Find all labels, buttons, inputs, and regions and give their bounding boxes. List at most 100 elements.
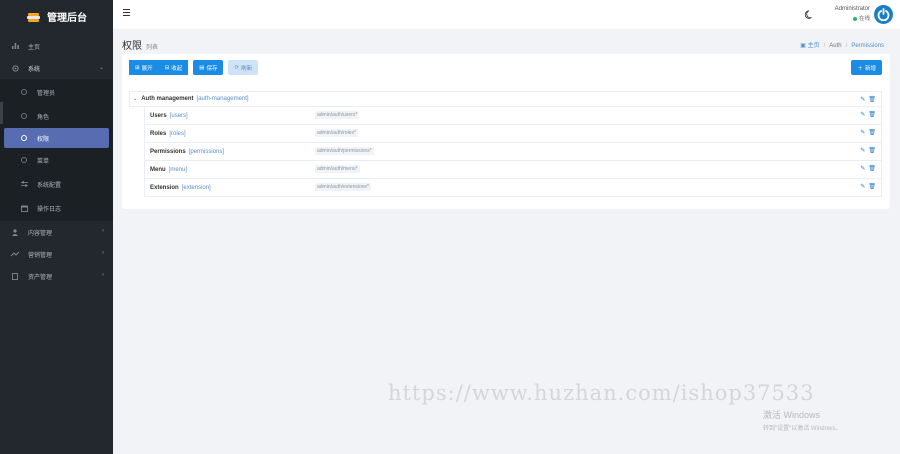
tree-row-name: Roles xyxy=(150,130,167,137)
windows-activation-notice: 激活 Windows 转到"设置"以激活 Windows。 xyxy=(763,408,841,432)
circle-icon xyxy=(20,112,28,120)
trash-icon[interactable]: 🗑 xyxy=(868,147,876,154)
tree-row-permissions[interactable]: Permissions [permissions] admin/auth/per… xyxy=(144,143,882,161)
edit-icon[interactable]: ✎ xyxy=(860,96,865,103)
edit-icon[interactable]: ✎ xyxy=(860,111,865,118)
tree-row-path: admin/auth/menu* xyxy=(315,165,360,173)
user-info[interactable]: Administrator 在线 xyxy=(835,6,870,22)
row-actions: ✎ 🗑 xyxy=(860,165,876,172)
tree-row-menu[interactable]: Menu [menu] admin/auth/menu* ✎ 🗑 xyxy=(144,161,882,179)
tree-row-slug: [menu] xyxy=(168,166,188,173)
dark-mode-icon[interactable] xyxy=(804,10,814,19)
save-button[interactable]: ▤ 保存 xyxy=(193,60,224,75)
trash-icon[interactable]: 🗑 xyxy=(868,129,876,136)
watermark-text: https://www.huzhan.com/ishop37533 xyxy=(388,381,815,405)
sidebar: 管理后台 主页 系统 ⌄ 管理员 角色 权限 菜单 系统配置 操作日志 内容管理… xyxy=(0,0,113,454)
permission-tree: ⌄ Auth management [auth-management] ✎ 🗑 U… xyxy=(129,91,882,197)
activate-hint: 转到"设置"以激活 Windows。 xyxy=(763,426,842,432)
permissions-card: ⊞ 展开 ⊟ 收起 ▤ 保存 ⟳ 刷新 ＋新增 ⌄ Auth management [a… xyxy=(122,54,890,209)
breadcrumb-current: Permissions xyxy=(851,43,884,49)
sidebar-item-label: 权限 xyxy=(37,136,50,143)
trash-icon[interactable]: 🗑 xyxy=(868,165,876,172)
sidebar-item-label: 系统 xyxy=(28,66,41,73)
tree-row-path: admin/auth/users* xyxy=(315,111,360,119)
plus-square-icon: ⊞ xyxy=(135,64,140,71)
plus-icon: ＋ xyxy=(857,65,863,72)
tree-row-slug: [auth-management] xyxy=(196,96,249,102)
gear-icon xyxy=(11,64,19,72)
tree-row-name: Users xyxy=(150,112,167,119)
sidebar-item-config[interactable]: 系统配置 xyxy=(0,172,113,196)
edit-icon[interactable]: ✎ xyxy=(860,165,865,172)
online-dot-icon xyxy=(852,16,857,21)
tree-row-name: Menu xyxy=(150,166,166,173)
tree-row-auth-management[interactable]: ⌄ Auth management [auth-management] ✎ 🗑 xyxy=(129,91,882,107)
chevron-down-icon[interactable]: ⌄ xyxy=(133,96,137,102)
sidebar-item-marketing[interactable]: 营销管理 ‹ xyxy=(0,243,113,265)
tree-children: Users [users] admin/auth/users* ✎ 🗑 Roles… xyxy=(144,107,882,197)
chart-icon xyxy=(11,42,19,50)
refresh-button[interactable]: ⟳ 刷新 xyxy=(228,60,259,75)
tree-row-slug: [roles] xyxy=(169,130,186,137)
sidebar-item-assets[interactable]: 资产管理 ‹ xyxy=(0,265,113,287)
sidebar-item-label: 菜单 xyxy=(37,158,50,165)
chevron-left-icon: ‹ xyxy=(102,250,104,256)
sidebar-item-label: 操作日志 xyxy=(37,206,62,213)
sidebar-item-administrators[interactable]: 管理员 xyxy=(0,80,113,104)
sidebar-item-system[interactable]: 系统 ⌄ xyxy=(0,57,113,79)
trash-icon[interactable]: 🗑 xyxy=(868,183,876,190)
sidebar-item-content[interactable]: 内容管理 ‹ xyxy=(0,221,113,243)
tree-row-slug: [permissions] xyxy=(188,148,225,155)
tree-row-roles[interactable]: Roles [roles] admin/auth/roles* ✎ 🗑 xyxy=(144,125,882,143)
tree-row-name: Extension xyxy=(150,184,179,191)
save-icon: ▤ xyxy=(199,64,205,71)
new-button[interactable]: ＋新增 xyxy=(851,60,882,75)
user-icon xyxy=(11,228,19,236)
page-title: 权限 列表 xyxy=(122,41,159,52)
sidebar-item-label: 主页 xyxy=(28,44,41,51)
chevron-left-icon: ‹ xyxy=(102,228,104,234)
breadcrumb-home[interactable]: ▣ 主页 xyxy=(800,43,819,49)
system-submenu: 管理员 角色 权限 菜单 系统配置 操作日志 xyxy=(0,79,113,221)
sidebar-drag-handle[interactable] xyxy=(0,102,3,124)
tree-row-extension[interactable]: Extension [extension] admin/auth/extensi… xyxy=(144,179,882,197)
collapse-button[interactable]: ⊟ 收起 xyxy=(158,60,189,75)
breadcrumb-section[interactable]: Auth xyxy=(829,43,841,49)
circle-icon xyxy=(20,88,28,96)
tree-row-path: admin/auth/permissions* xyxy=(315,147,374,155)
edit-icon[interactable]: ✎ xyxy=(860,129,865,136)
sidebar-item-menu[interactable]: 菜单 xyxy=(0,148,113,172)
menu-toggle-icon[interactable] xyxy=(123,9,130,18)
brand-title: 管理后台 xyxy=(47,13,87,24)
row-actions: ✎ 🗑 xyxy=(860,147,876,154)
sliders-icon xyxy=(20,180,28,188)
edit-icon[interactable]: ✎ xyxy=(860,147,865,154)
tree-row-users[interactable]: Users [users] admin/auth/users* ✎ 🗑 xyxy=(144,107,882,125)
sidebar-item-label: 营销管理 xyxy=(28,252,53,259)
sidebar-item-logs[interactable]: 操作日志 xyxy=(0,196,113,220)
row-actions: ✎ 🗑 xyxy=(860,111,876,118)
topbar: Administrator 在线 xyxy=(113,0,900,29)
expand-button[interactable]: ⊞ 展开 xyxy=(129,60,159,75)
circle-icon xyxy=(20,134,28,142)
sidebar-item-label: 系统配置 xyxy=(37,182,62,189)
sidebar-item-label: 管理员 xyxy=(37,90,56,97)
tree-row-path: admin/auth/extensions* xyxy=(315,183,371,191)
sidebar-item-permissions[interactable]: 权限 xyxy=(4,128,109,148)
edit-icon[interactable]: ✎ xyxy=(860,183,865,190)
tree-row-slug: [users] xyxy=(169,112,188,119)
user-status: 在线 xyxy=(835,14,870,22)
sidebar-item-roles[interactable]: 角色 xyxy=(0,104,113,128)
toolbar: ⊞ 展开 ⊟ 收起 ▤ 保存 ⟳ 刷新 xyxy=(129,60,259,75)
chevron-left-icon: ‹ xyxy=(102,272,104,278)
sidebar-item-label: 角色 xyxy=(37,114,50,121)
sidebar-item-home[interactable]: 主页 xyxy=(0,35,113,57)
avatar[interactable] xyxy=(874,5,893,24)
breadcrumb: ▣ 主页 / Auth / Permissions xyxy=(800,43,884,49)
row-actions: ✎ 🗑 xyxy=(860,96,876,103)
refresh-icon: ⟳ xyxy=(234,64,240,71)
trash-icon[interactable]: 🗑 xyxy=(868,111,876,118)
trash-icon[interactable]: 🗑 xyxy=(868,96,876,103)
tree-row-path: admin/auth/roles* xyxy=(315,129,358,137)
brand[interactable]: 管理后台 xyxy=(0,0,113,33)
